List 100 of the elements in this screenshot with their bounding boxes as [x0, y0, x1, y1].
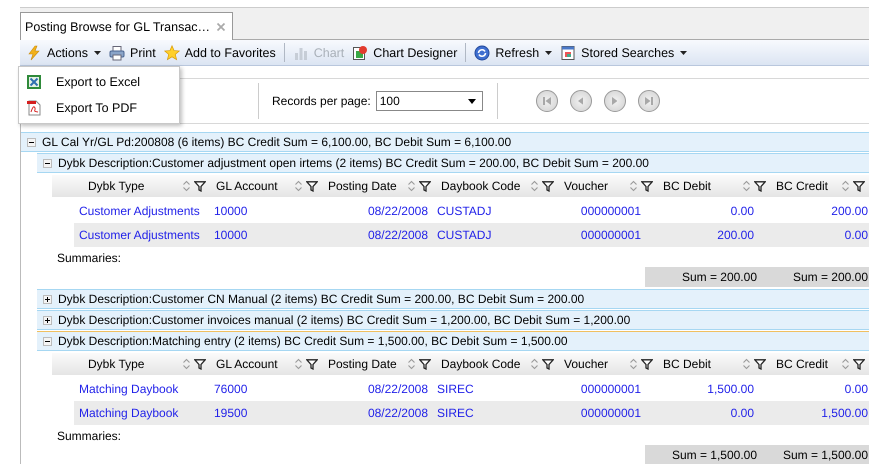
cell-link[interactable]: SIREC [435, 382, 558, 396]
page-size-select[interactable]: 100 [376, 91, 483, 111]
caret-icon [545, 50, 552, 54]
filter-icon[interactable] [542, 180, 554, 192]
summaries-label: Summaries: [56, 250, 122, 267]
column-header[interactable]: Daybook Code [435, 357, 558, 371]
sum-cell: Sum = 200.00 [770, 267, 869, 287]
column-header[interactable]: Dybk Type [52, 179, 210, 193]
expand-toggle[interactable] [43, 294, 52, 304]
filter-icon[interactable] [419, 358, 431, 370]
group-row[interactable]: Dybk Description:Customer invoices manual (2 items) BC Credit Sum = 1,200.00, BC Debit Sum = 1,200.00 [37, 310, 869, 330]
cell-link[interactable]: 10000 [210, 228, 322, 242]
skip-start-icon [542, 97, 551, 105]
cell-link[interactable]: 200.00 [770, 204, 869, 218]
filter-icon[interactable] [194, 180, 206, 192]
printer-icon [109, 44, 125, 60]
skip-end-icon [644, 97, 653, 105]
column-header[interactable]: Voucher [558, 179, 657, 193]
column-header[interactable]: GL Account [210, 357, 322, 371]
group-row[interactable]: Dybk Description:Customer adjustment open irtems (2 items) BC Credit Sum = 200.00, BC Debit Sum = 200.00 [37, 153, 869, 173]
toolbar-button[interactable]: Stored Searches [556, 42, 692, 62]
group-row[interactable]: Dybk Description:Customer CN Manual (2 items) BC Credit Sum = 200.00, BC Debit Sum = 200.00 [37, 289, 869, 309]
cell-link[interactable]: 000000001 [558, 382, 657, 396]
sum-cell: Sum = 1,500.00 [770, 445, 869, 464]
cell-link[interactable]: 08/22/2008 [322, 204, 435, 218]
cell-link[interactable]: 000000001 [558, 228, 657, 242]
cell-link[interactable]: Customer Adjustments [74, 228, 210, 242]
cell-link[interactable]: 19500 [210, 406, 322, 420]
cell-link[interactable]: 200.00 [657, 228, 770, 242]
group-label: Dybk Description:Customer adjustment open irtems (2 items) BC Credit Sum = 200.00, BC Debit Sum = 200.00 [58, 156, 649, 170]
collapse-toggle[interactable] [43, 158, 52, 168]
records-per-page-label: Records per page: [272, 94, 371, 108]
group-label: Dybk Description:Customer CN Manual (2 items) BC Credit Sum = 200.00, BC Debit Sum = 200.00 [58, 292, 584, 306]
right-triangle-icon [612, 97, 618, 105]
cell-link[interactable]: Matching Daybook [74, 382, 210, 396]
column-header[interactable]: BC Credit [770, 357, 869, 371]
filter-icon[interactable] [641, 358, 653, 370]
star-icon [164, 44, 180, 60]
cell-link[interactable]: 76000 [210, 382, 322, 396]
menu-item[interactable]: Export to Excel [19, 69, 179, 95]
expand-toggle[interactable] [43, 316, 52, 324]
toolbar-button[interactable]: Add to Favorites [160, 42, 280, 62]
document-tab[interactable]: Posting Browse for GL Transac… [20, 12, 234, 40]
filter-icon[interactable] [853, 180, 865, 192]
column-header[interactable]: Daybook Code [435, 179, 558, 193]
summaries-label: Summaries: [56, 428, 122, 445]
cell-link[interactable]: 000000001 [558, 204, 657, 218]
toolbar-button[interactable]: Chart Designer [348, 42, 462, 62]
collapse-toggle[interactable] [43, 336, 52, 346]
cell-link[interactable]: 1,500.00 [770, 406, 869, 420]
cell-link[interactable]: 000000001 [558, 406, 657, 420]
column-header[interactable]: GL Account [210, 179, 322, 193]
cell-link[interactable]: 0.00 [657, 204, 770, 218]
group-label: GL Cal Yr/GL Pd:200808 (6 items) BC Credit Sum = 6,100.00, BC Debit Sum = 6,100.00 [42, 135, 512, 149]
caret-icon [680, 50, 688, 54]
group-label: Dybk Description:Matching entry (2 items) BC Credit Sum = 1,500.00, BC Debit Sum = 1,500.00 [58, 334, 568, 348]
column-header[interactable]: BC Credit [770, 179, 869, 193]
menu-item[interactable]: Export To PDF [19, 95, 179, 121]
caret-icon [468, 98, 476, 104]
cell-link[interactable]: Customer Adjustments [74, 204, 210, 218]
toolbar-button[interactable]: Refresh [470, 42, 556, 62]
group-row[interactable]: Dybk Description:Matching entry (2 items) BC Credit Sum = 1,500.00, BC Debit Sum = 1,500.00 [37, 331, 869, 351]
cell-link[interactable]: CUSTADJ [435, 228, 558, 242]
filter-icon[interactable] [853, 358, 865, 370]
caret-icon [94, 50, 101, 54]
cell-link[interactable]: CUSTADJ [435, 204, 558, 218]
cell-link[interactable]: 0.00 [770, 228, 869, 242]
filter-icon[interactable] [194, 358, 206, 370]
filter-icon[interactable] [306, 358, 318, 370]
sum-cell: Sum = 1,500.00 [645, 445, 770, 464]
filter-icon[interactable] [754, 180, 766, 192]
spreadsheet-icon [26, 74, 42, 90]
column-header[interactable]: Dybk Type [52, 357, 210, 371]
cell-link[interactable]: 0.00 [770, 382, 869, 396]
collapse-toggle[interactable] [27, 138, 36, 146]
column-header[interactable]: Posting Date [322, 357, 435, 371]
toolbar-button[interactable]: Print [105, 42, 160, 62]
chart-document-icon [352, 44, 368, 60]
refresh-icon [474, 44, 490, 60]
column-header[interactable]: BC Debit [657, 179, 770, 193]
group-row[interactable]: GL Cal Yr/GL Pd:200808 (6 items) BC Credit Sum = 6,100.00, BC Debit Sum = 6,100.00 [21, 132, 869, 152]
cell-link[interactable]: 08/22/2008 [322, 228, 435, 242]
calendar-icon [560, 44, 576, 60]
cell-link[interactable]: SIREC [435, 406, 558, 420]
column-header[interactable]: Voucher [558, 357, 657, 371]
cell-link[interactable]: Matching Daybook [74, 406, 210, 420]
cell-link[interactable]: 08/22/2008 [322, 406, 435, 420]
column-header[interactable]: Posting Date [322, 179, 435, 193]
cell-link[interactable]: 08/22/2008 [322, 382, 435, 396]
filter-icon[interactable] [419, 180, 431, 192]
filter-icon[interactable] [641, 180, 653, 192]
column-header[interactable]: BC Debit [657, 357, 770, 371]
toolbar-button[interactable]: Actions [22, 42, 105, 62]
cell-link[interactable]: 0.00 [657, 406, 770, 420]
filter-icon[interactable] [306, 180, 318, 192]
cell-link[interactable]: 1,500.00 [657, 382, 770, 396]
filter-icon[interactable] [542, 358, 554, 370]
filter-icon[interactable] [754, 358, 766, 370]
cell-link[interactable]: 10000 [210, 204, 322, 218]
left-triangle-icon [578, 97, 584, 105]
